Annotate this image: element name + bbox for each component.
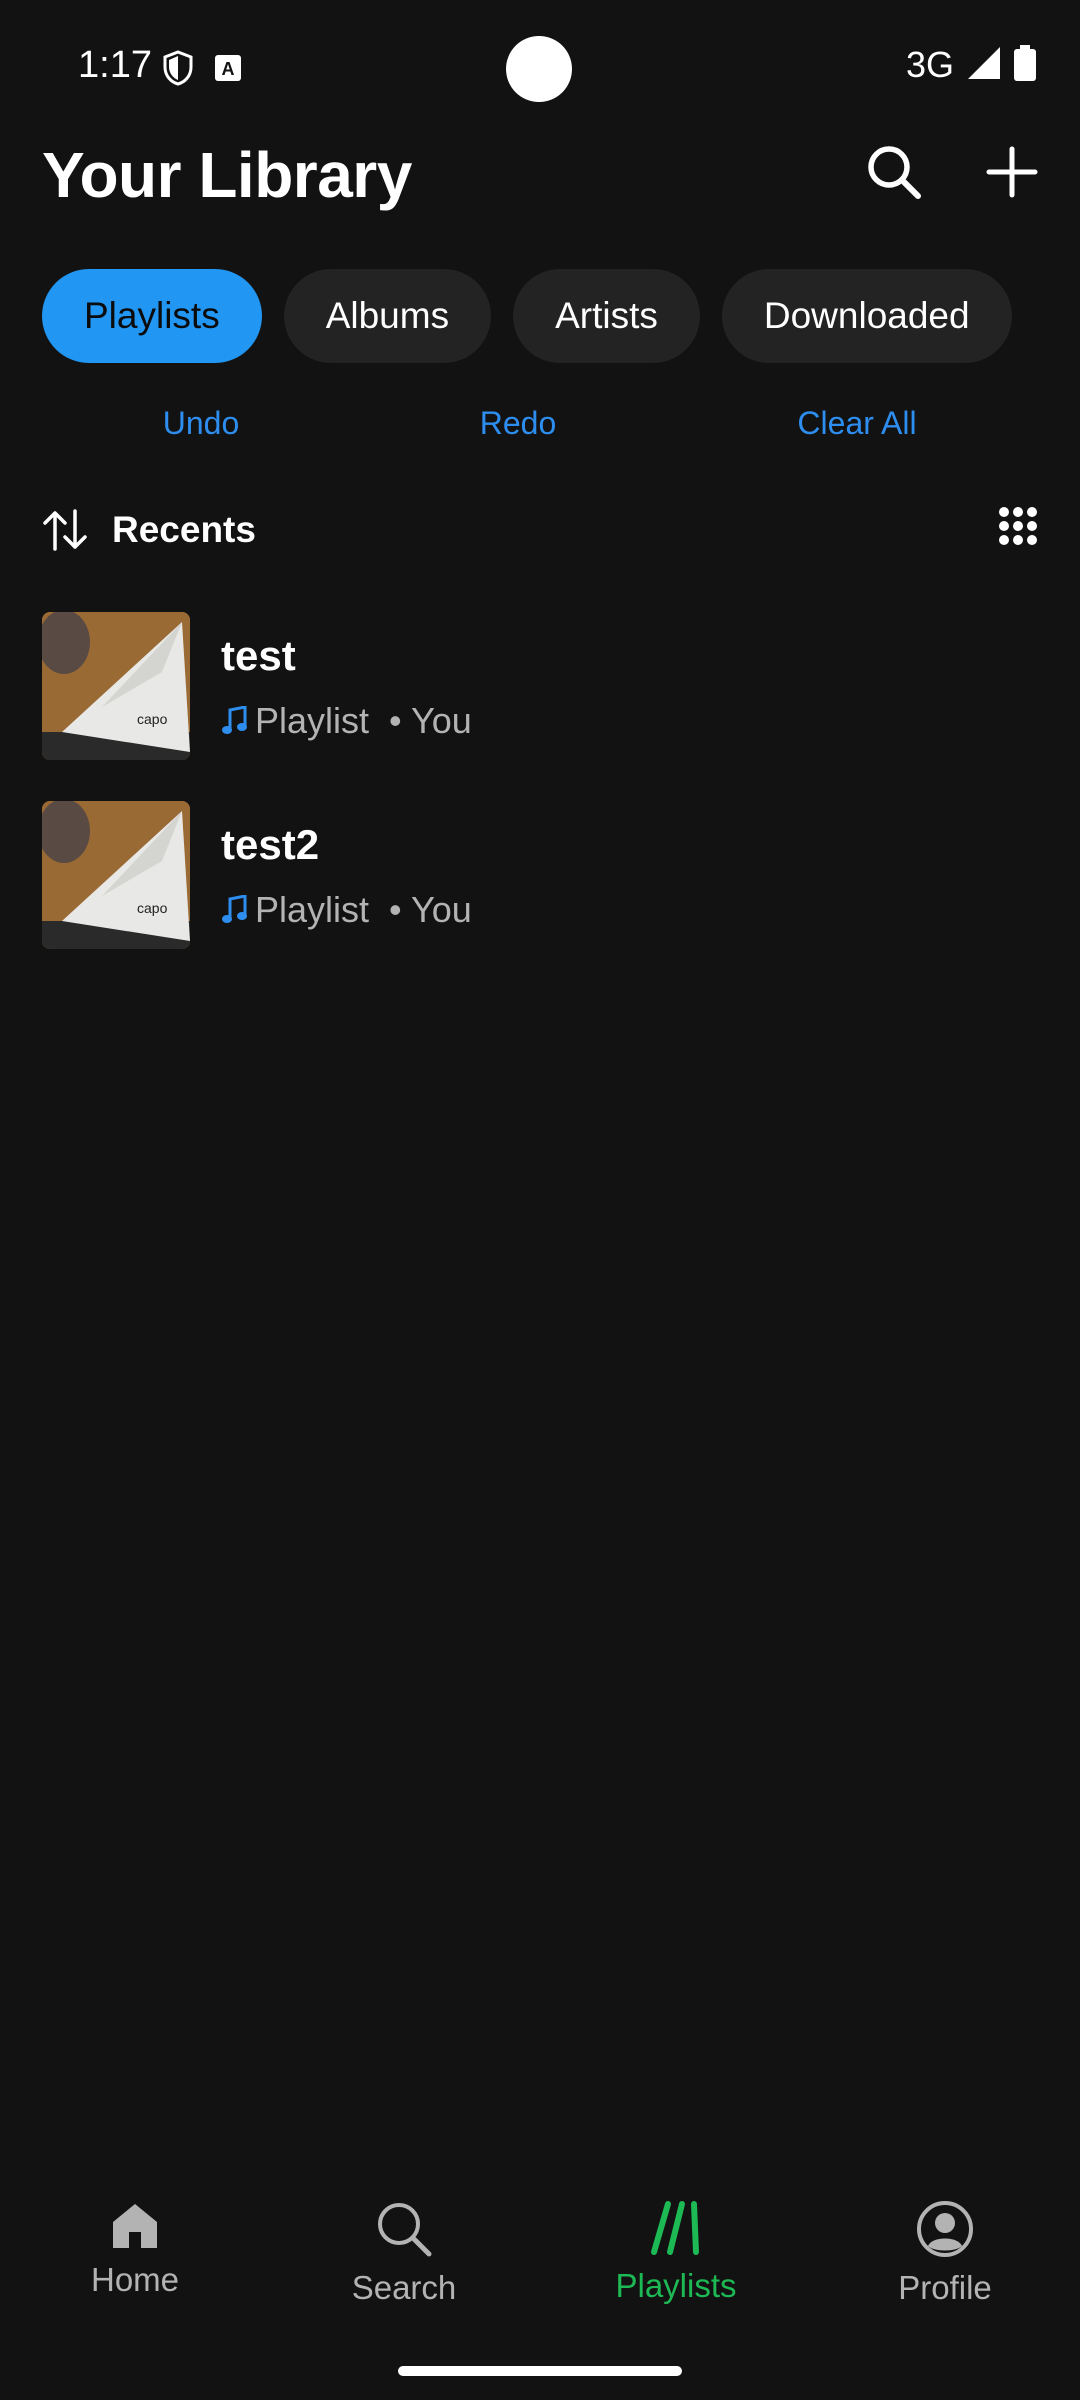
home-indicator: [398, 2366, 682, 2376]
nav-label: Profile: [898, 2269, 992, 2306]
sort-label: Recents: [112, 509, 256, 550]
status-time: 1:17: [78, 44, 152, 86]
item-title: test: [221, 632, 296, 679]
item-type: Playlist: [255, 889, 370, 930]
filter-chips: Playlists Albums Artists Downloaded: [42, 269, 1012, 363]
signal-icon: [966, 45, 1002, 86]
chip-artists[interactable]: Artists: [513, 269, 700, 363]
search-icon: [868, 146, 921, 199]
nav-home[interactable]: Home: [35, 2200, 235, 2299]
page-title: Your Library: [42, 139, 412, 211]
item-title: test2: [221, 821, 320, 868]
redo-button[interactable]: Redo: [480, 405, 557, 442]
clear-all-button[interactable]: Clear All: [797, 405, 916, 442]
library-list: capo test Playlist • You capo test2 Play…: [42, 612, 1038, 990]
svg-text:capo: capo: [137, 711, 168, 727]
svg-text:capo: capo: [137, 900, 168, 916]
list-item[interactable]: capo test2 Playlist • You: [42, 801, 1038, 949]
item-owner: • You: [389, 889, 472, 930]
music-note-icon: [222, 895, 247, 923]
nav-profile[interactable]: Profile: [845, 2200, 1045, 2307]
nav-playlists[interactable]: Playlists: [576, 2200, 776, 2305]
playlist-cover-image: capo: [42, 801, 190, 949]
keyboard-icon: A: [214, 54, 242, 87]
undo-button[interactable]: Undo: [163, 405, 240, 442]
search-button[interactable]: [866, 144, 922, 205]
grid-view-button[interactable]: [998, 506, 1038, 551]
nav-label: Search: [351, 2269, 457, 2306]
chip-playlists[interactable]: Playlists: [42, 269, 262, 363]
playlist-cover-image: capo: [42, 612, 190, 760]
item-owner: • You: [389, 700, 472, 741]
network-type: 3G: [905, 44, 954, 85]
shield-icon: [162, 50, 194, 91]
bottom-navigation: Home Search Playlists Profile: [0, 2200, 1080, 2350]
item-type: Playlist: [255, 700, 370, 741]
add-button[interactable]: [986, 146, 1038, 203]
sort-icon: [43, 509, 87, 551]
header: Your Library: [42, 138, 1038, 234]
list-item[interactable]: capo test Playlist • You: [42, 612, 1038, 760]
music-note-icon: [222, 706, 247, 734]
plus-icon: [986, 146, 1038, 198]
home-icon: [113, 2204, 157, 2248]
camera-cutout: [506, 36, 572, 102]
search-icon: [378, 2203, 432, 2257]
playlists-icon: [651, 2201, 699, 2255]
nav-label: Playlists: [615, 2267, 737, 2304]
status-bar: 1:17 A 3G: [0, 0, 1080, 140]
svg-text:A: A: [222, 59, 235, 79]
profile-icon: [917, 2201, 973, 2257]
grid-icon: [999, 507, 1037, 545]
battery-icon: [1014, 44, 1036, 86]
chip-albums[interactable]: Albums: [283, 269, 492, 363]
chip-downloaded[interactable]: Downloaded: [721, 269, 1012, 363]
history-actions: Undo Redo Clear All: [0, 405, 1080, 455]
nav-label: Home: [90, 2261, 180, 2298]
nav-search[interactable]: Search: [304, 2200, 504, 2307]
sort-button[interactable]: Recents: [42, 509, 256, 551]
sort-row: Recents: [42, 500, 1038, 560]
